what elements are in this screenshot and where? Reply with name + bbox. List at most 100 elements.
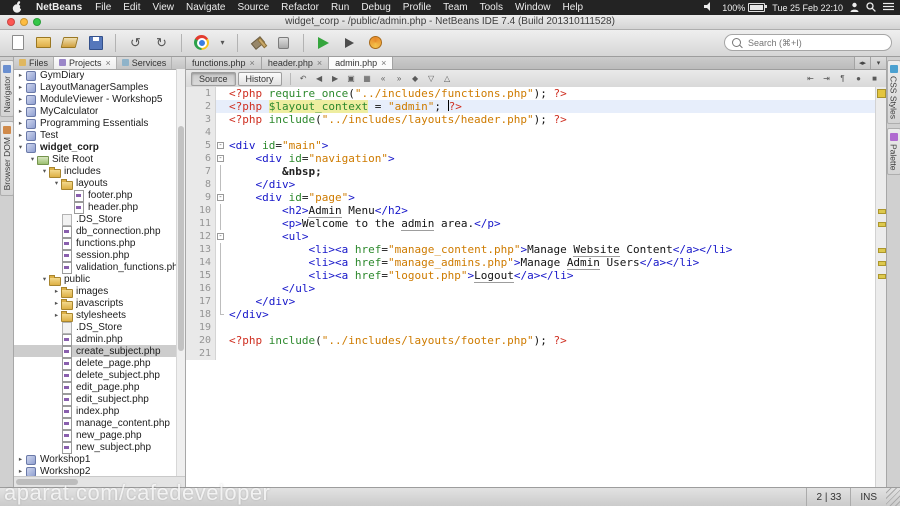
forward-icon[interactable]: ▶ (329, 72, 342, 85)
fold-marker[interactable]: - (217, 194, 224, 201)
menubar-clock[interactable]: Tue 25 Feb 22:10 (772, 3, 843, 13)
stop-macro-icon[interactable]: ■ (868, 72, 881, 85)
tree-item-delete-subject-php[interactable]: delete_subject.php (14, 369, 177, 382)
menu-item-run[interactable]: Run (325, 2, 355, 13)
tree-collapsed-arrow[interactable]: ▸ (16, 83, 25, 91)
tree-item-index-php[interactable]: index.php (14, 405, 177, 418)
code-line[interactable]: 21 (186, 347, 876, 360)
comment-icon[interactable]: ¶ (836, 72, 849, 85)
new-project-icon[interactable] (34, 33, 53, 52)
run-project-icon[interactable] (314, 33, 333, 52)
battery-indicator[interactable]: 100% (722, 3, 768, 13)
tree-collapsed-arrow[interactable]: ▸ (16, 107, 25, 115)
tree-expanded-arrow[interactable]: ▾ (16, 143, 25, 151)
tree-collapsed-arrow[interactable]: ▸ (16, 119, 25, 127)
code-line[interactable]: 3 <?php include("../includes/layouts/head… (186, 113, 876, 126)
tree-item-stylesheets[interactable]: ▸ stylesheets (14, 309, 177, 322)
editor-tab-admin-php[interactable]: admin.php × (329, 56, 394, 69)
panel-tab-files[interactable]: Files (14, 56, 55, 69)
tree-item-session-php[interactable]: session.php (14, 249, 177, 262)
tree-collapsed-arrow[interactable]: ▸ (16, 131, 25, 139)
fold-marker[interactable]: - (217, 142, 224, 149)
tree-item-test[interactable]: ▸ Test (14, 129, 177, 141)
tree-item-new-page-php[interactable]: new_page.php (14, 429, 177, 442)
menu-item-source[interactable]: Source (231, 2, 275, 13)
menu-item-refactor[interactable]: Refactor (275, 2, 325, 13)
tree-item-db-connection-php[interactable]: db_connection.php (14, 225, 177, 238)
highlight-occurrences-icon[interactable]: ▦ (361, 72, 374, 85)
side-tab-css-styles[interactable]: CSS Styles (886, 60, 900, 124)
tree-vertical-scrollbar-thumb[interactable] (178, 126, 184, 351)
profile-project-icon[interactable] (366, 33, 385, 52)
back-icon[interactable]: ◀ (313, 72, 326, 85)
side-tab-navigator[interactable]: Navigator (0, 60, 14, 118)
code-line[interactable]: 7 &nbsp; (186, 165, 876, 178)
tree-item-public[interactable]: ▾ public (14, 273, 177, 286)
code-line[interactable]: 11 <p>Welcome to the admin area.</p> (186, 217, 876, 231)
tree-item-validation-functions-php[interactable]: validation_functions.php (14, 261, 177, 274)
tree-collapsed-arrow[interactable]: ▸ (16, 467, 25, 475)
code-line[interactable]: 13 <li><a href="manage_content.php">Mana… (186, 243, 876, 257)
code-line[interactable]: 8 </div> (186, 178, 876, 191)
tree-item-mycalculator[interactable]: ▸ MyCalculator (14, 105, 177, 117)
search-input[interactable] (746, 36, 884, 49)
code-line[interactable]: 6- <div id="navigation"> (186, 152, 876, 165)
tree-item-widget-corp[interactable]: ▾ widget_corp (14, 141, 177, 153)
tree-item-gymdiary[interactable]: ▸ GymDiary (14, 69, 177, 81)
side-tab-palette[interactable]: Palette (886, 128, 900, 176)
code-area[interactable]: 1 <?php require_once("../includes/functio… (186, 87, 876, 488)
undo-icon[interactable]: ↺ (126, 33, 145, 52)
code-line[interactable]: 16 </ul> (186, 282, 876, 295)
tree-item-edit-page-php[interactable]: edit_page.php (14, 381, 177, 394)
user-icon[interactable] (850, 2, 859, 14)
save-all-icon[interactable] (86, 33, 105, 52)
tree-collapsed-arrow[interactable]: ▸ (52, 299, 61, 307)
warning-mark[interactable] (878, 248, 886, 253)
warning-mark[interactable] (878, 274, 886, 279)
resize-grip[interactable] (886, 488, 900, 506)
code-line[interactable]: 17 </div> (186, 295, 876, 308)
tree-expanded-arrow[interactable]: ▾ (28, 155, 37, 163)
warning-mark[interactable] (878, 222, 886, 227)
notification-list-icon[interactable] (883, 2, 894, 13)
spotlight-icon[interactable] (866, 1, 876, 14)
code-line[interactable]: 1 <?php require_once("../includes/functio… (186, 87, 876, 100)
insert-mode-indicator[interactable]: INS (850, 488, 886, 506)
view-button-source[interactable]: Source (191, 71, 236, 86)
start-macro-icon[interactable]: ● (852, 72, 865, 85)
view-button-history[interactable]: History (237, 71, 282, 86)
search-box[interactable] (724, 34, 892, 51)
shift-left-icon[interactable]: ⇤ (804, 72, 817, 85)
menu-item-edit[interactable]: Edit (117, 2, 146, 13)
tree-expanded-arrow[interactable]: ▾ (40, 167, 49, 175)
menu-item-view[interactable]: View (147, 2, 181, 13)
warning-mark[interactable] (878, 209, 886, 214)
tab-close-icon[interactable]: × (381, 58, 386, 68)
editor-tab-header-php[interactable]: header.php × (261, 56, 330, 69)
code-line[interactable]: 18 </div> (186, 308, 876, 321)
tree-item-ds-store[interactable]: .DS_Store (14, 213, 177, 226)
menu-item-debug[interactable]: Debug (355, 2, 396, 13)
last-edit-icon[interactable]: ↶ (297, 72, 310, 85)
tree-collapsed-arrow[interactable]: ▸ (52, 311, 61, 319)
tree-collapsed-arrow[interactable]: ▸ (52, 287, 61, 295)
code-line[interactable]: 4 (186, 126, 876, 139)
build-project-icon[interactable] (248, 33, 267, 52)
tree-collapsed-arrow[interactable]: ▸ (16, 95, 25, 103)
tree-item-create-subject-php[interactable]: create_subject.php (14, 345, 177, 358)
code-line[interactable]: 10 <h2>Admin Menu</h2> (186, 204, 876, 218)
menu-item-file[interactable]: File (89, 2, 117, 13)
code-line[interactable]: 2 <?php $layout_context = "admin"; ?> (186, 100, 876, 113)
document-list-icon[interactable]: ▾ (870, 56, 886, 69)
tree-item-images[interactable]: ▸ images (14, 285, 177, 298)
tree-item-admin-php[interactable]: admin.php (14, 333, 177, 346)
browser-dropdown-icon[interactable]: ▾ (218, 33, 227, 52)
editor-tab-functions-php[interactable]: functions.php × (186, 56, 262, 69)
tree-item-footer-php[interactable]: footer.php (14, 189, 177, 202)
tree-item-site-root[interactable]: ▾ Site Root (14, 153, 177, 165)
tree-item-ds-store[interactable]: .DS_Store (14, 321, 177, 334)
debug-project-icon[interactable] (340, 33, 359, 52)
tree-item-javascripts[interactable]: ▸ javascripts (14, 297, 177, 310)
tree-item-delete-page-php[interactable]: delete_page.php (14, 357, 177, 370)
tree-item-new-subject-php[interactable]: new_subject.php (14, 441, 177, 454)
